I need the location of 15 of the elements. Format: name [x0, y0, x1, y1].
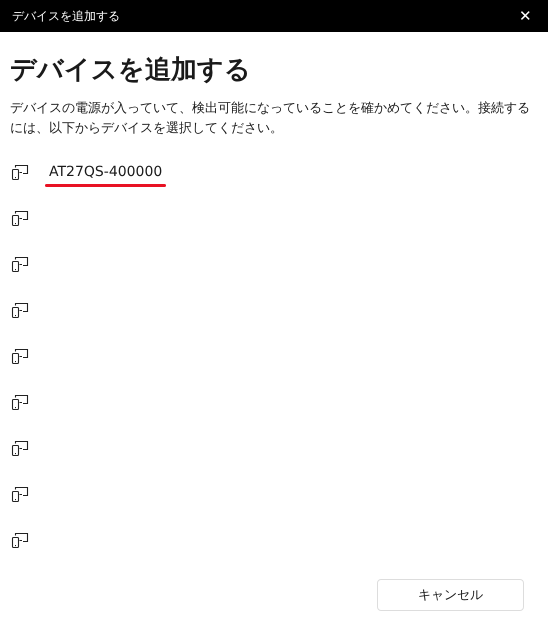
devices-icon	[11, 532, 29, 548]
close-button[interactable]: ✕	[513, 3, 538, 29]
devices-icon	[11, 394, 29, 410]
devices-icon	[11, 164, 29, 180]
dialog-heading: デバイスを追加する	[10, 54, 252, 87]
device-name[interactable]: AT27QS-400000	[45, 164, 166, 180]
devices-icon	[11, 348, 29, 364]
window-title: デバイスを追加する	[12, 8, 120, 24]
devices-icon	[11, 302, 29, 318]
cancel-button[interactable]: キャンセル	[377, 579, 524, 611]
devices-icon	[11, 486, 29, 502]
instructions-text: デバイスの電源が入っていて、検出可能になっていることを確かめてください。接続するには、以下からデバイスを選択してください。	[10, 100, 531, 138]
devices-icon	[11, 256, 29, 272]
devices-icon	[11, 210, 29, 226]
devices-icon	[11, 440, 29, 456]
